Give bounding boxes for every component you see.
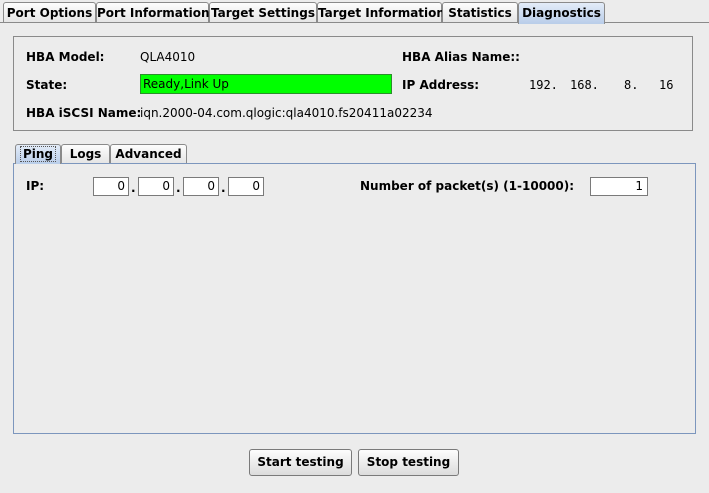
packets-input[interactable]: 1 [590, 177, 648, 196]
hba-info-panel: HBA Model: QLA4010 HBA Alias Name:: Stat… [13, 36, 693, 131]
ip-address-label: IP Address: [402, 78, 480, 92]
tab-target-settings[interactable]: Target Settings [209, 2, 317, 23]
subtab-logs[interactable]: Logs [61, 144, 110, 164]
hba-model-value: QLA4010 [140, 50, 196, 64]
tab-statistics[interactable]: Statistics [442, 2, 518, 23]
tab-port-options[interactable]: Port Options [3, 2, 96, 23]
state-label: State: [26, 78, 68, 92]
ping-ip-octet-2[interactable]: 0 [138, 177, 174, 196]
subtab-ping[interactable]: Ping [15, 144, 61, 164]
state-indicator: Ready,Link Up [140, 74, 392, 94]
ping-ip-octet-1[interactable]: 0 [93, 177, 129, 196]
tab-diagnostics[interactable]: Diagnostics [518, 2, 605, 24]
tab-target-information[interactable]: Target Information [317, 2, 445, 23]
start-testing-button[interactable]: Start testing [249, 449, 352, 476]
hba-alias-label: HBA Alias Name:: [402, 50, 520, 64]
octet-separator: . [221, 181, 226, 195]
ip-octet-2: 168. [570, 78, 599, 92]
stop-testing-button[interactable]: Stop testing [358, 449, 459, 476]
ping-panel [13, 163, 696, 434]
tab-port-information[interactable]: Port Information [96, 2, 210, 23]
octet-separator: . [176, 181, 181, 195]
subtab-advanced[interactable]: Advanced [110, 144, 187, 164]
packets-label: Number of packet(s) (1-10000): [360, 179, 575, 193]
hba-iscsi-name-value: iqn.2000-04.com.qlogic:qla4010.fs20411a0… [140, 106, 433, 120]
subtab-ping-label: Ping [19, 146, 57, 162]
hba-model-label: HBA Model: [26, 50, 105, 64]
ip-octet-1: 192. [529, 78, 558, 92]
ping-ip-octet-3[interactable]: 0 [183, 177, 219, 196]
hba-iscsi-name-label: HBA iSCSI Name: [26, 106, 142, 120]
octet-separator: . [131, 181, 136, 195]
ping-ip-label: IP: [26, 179, 45, 193]
ping-ip-octet-4[interactable]: 0 [228, 177, 264, 196]
ip-octet-3: 8. [624, 78, 639, 92]
ip-octet-4: 16 [659, 78, 674, 92]
